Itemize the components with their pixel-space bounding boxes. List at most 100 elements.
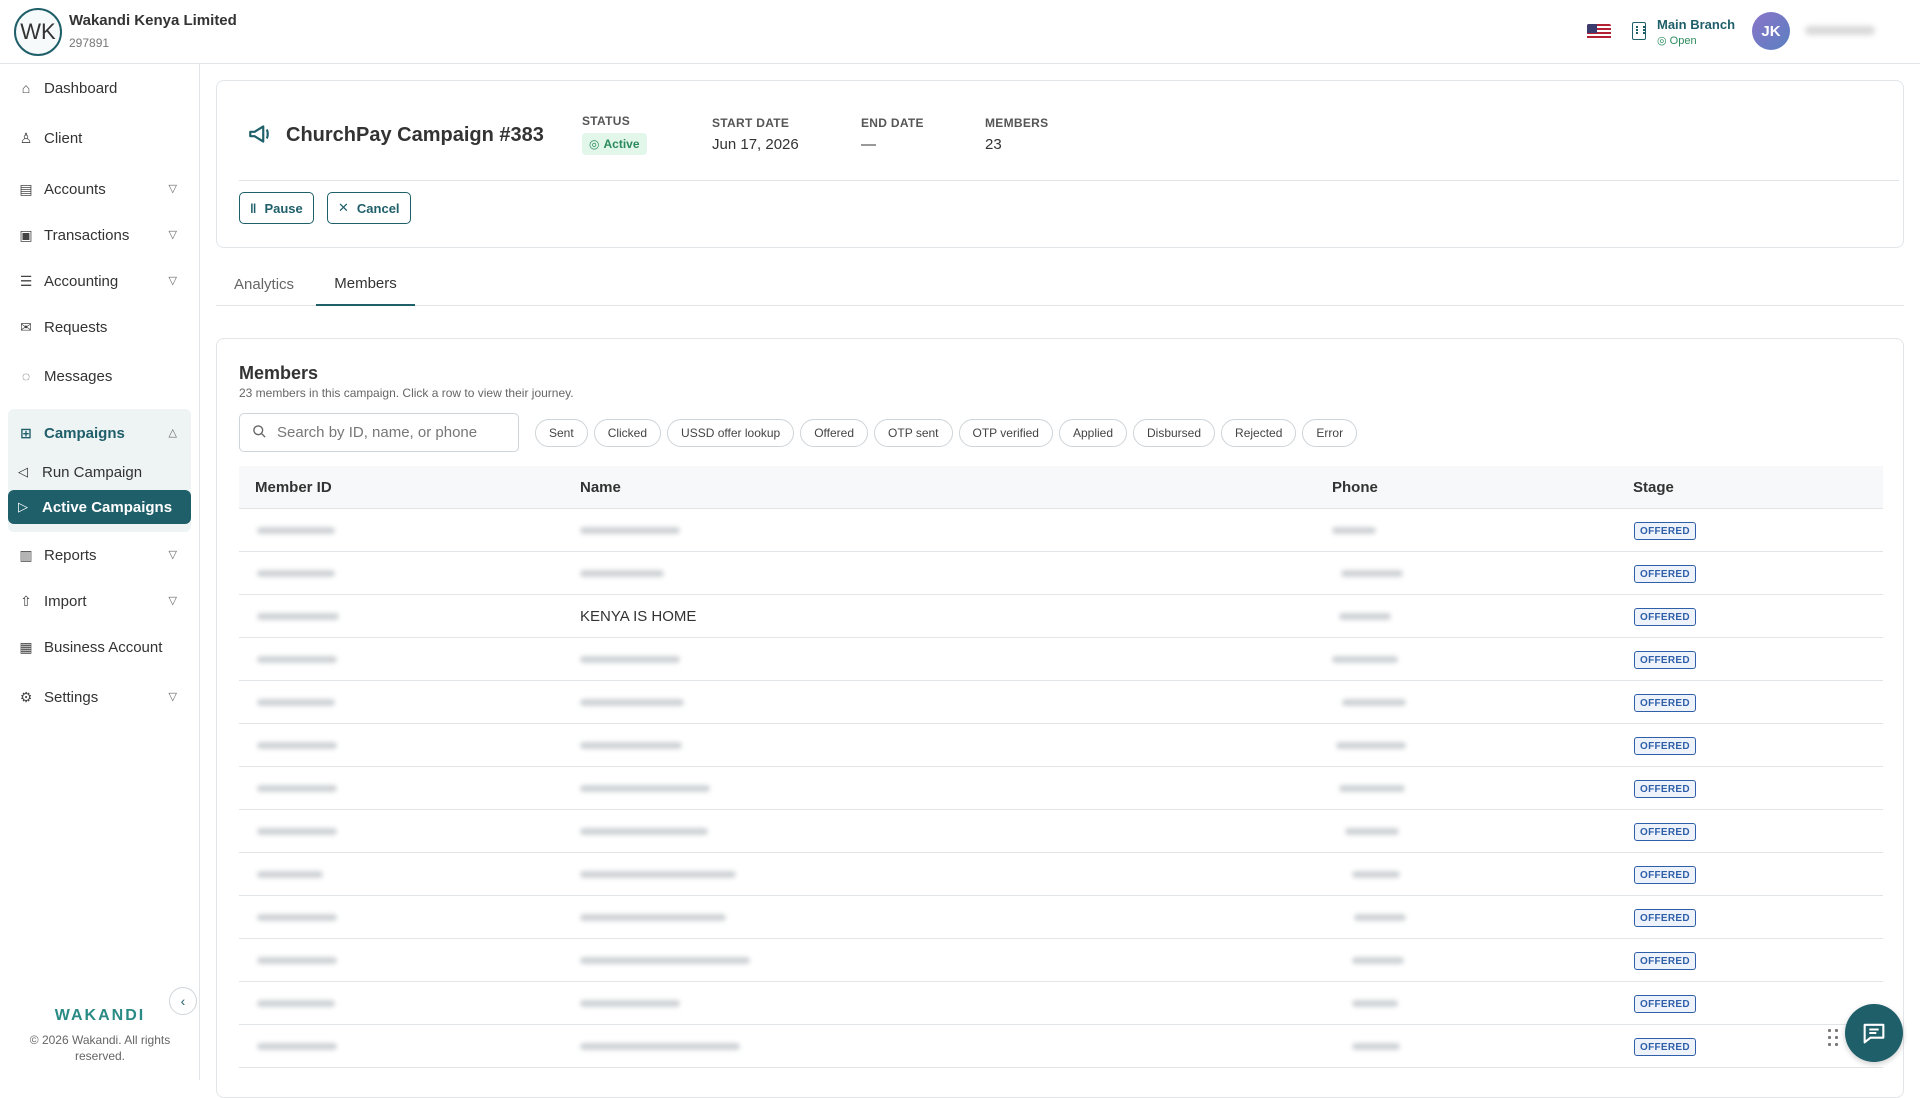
table-row[interactable]: OFFERED <box>239 552 1883 595</box>
home-icon: ⌂ <box>21 80 31 96</box>
tab-analytics[interactable]: Analytics <box>234 262 294 306</box>
filter-chip-applied[interactable]: Applied <box>1058 419 1127 447</box>
search-field <box>239 413 519 452</box>
ledger-icon: ☰ <box>19 273 33 289</box>
filter-chip-offered[interactable]: Offered <box>800 419 869 447</box>
member-name-redacted <box>580 1025 740 1068</box>
start-date-value: Jun 17, 2026 <box>712 136 799 153</box>
gear-icon: ⚙ <box>19 689 33 705</box>
filter-chip-clicked[interactable]: Clicked <box>593 419 662 447</box>
chat-button[interactable] <box>1845 1004 1903 1062</box>
sidebar-item-reports[interactable]: ▥ Reports ▽ <box>8 537 191 573</box>
search-icon <box>252 424 267 442</box>
sidebar-item-run-campaign[interactable]: ◁ Run Campaign <box>8 455 191 489</box>
filter-chip-rejected[interactable]: Rejected <box>1221 419 1297 447</box>
sidebar-item-campaigns[interactable]: ⊞ Campaigns △ <box>8 415 191 451</box>
tab-bar: Analytics Members <box>216 262 1904 306</box>
sidebar-item-messages[interactable]: ◌ Messages <box>8 358 191 394</box>
table-row[interactable]: OFFERED <box>239 896 1883 939</box>
member-phone-redacted <box>1336 724 1406 767</box>
drag-handle-icon[interactable] <box>1826 1027 1840 1047</box>
member-id-redacted <box>257 939 337 982</box>
user-avatar[interactable]: JK <box>1752 12 1790 50</box>
table-row[interactable]: OFFERED <box>239 939 1883 982</box>
member-id-redacted <box>257 509 335 552</box>
member-phone-redacted <box>1342 681 1406 724</box>
sidebar-item-accounting[interactable]: ☰ Accounting ▽ <box>8 263 191 299</box>
member-id-redacted <box>257 1025 337 1068</box>
column-member-id[interactable]: Member ID <box>255 466 332 509</box>
stage-badge: OFFERED <box>1634 823 1696 841</box>
stage-badge: OFFERED <box>1634 952 1696 970</box>
members-label: MEMBERS <box>985 116 1049 130</box>
table-row[interactable]: OFFERED <box>239 509 1883 552</box>
table-row[interactable]: OFFERED <box>239 638 1883 681</box>
end-date-label: END DATE <box>861 116 924 130</box>
stage-badge: OFFERED <box>1634 909 1696 927</box>
member-name-redacted <box>580 810 708 853</box>
org-name: Wakandi Kenya Limited <box>69 12 237 29</box>
member-name-redacted <box>580 982 680 1025</box>
sidebar-item-settings[interactable]: ⚙ Settings ▽ <box>8 679 191 715</box>
sidebar-item-requests[interactable]: ✉ Requests <box>8 309 191 345</box>
member-phone-redacted <box>1332 509 1376 552</box>
cancel-button[interactable]: ✕ Cancel <box>327 192 411 224</box>
chat-icon <box>1863 1023 1885 1044</box>
chat-icon: ◌ <box>21 368 31 384</box>
filter-chip-otp-sent[interactable]: OTP sent <box>874 419 953 447</box>
member-name-redacted <box>580 638 680 681</box>
pause-icon: ‖ <box>250 200 257 216</box>
us-flag-icon[interactable] <box>1587 24 1611 40</box>
top-bar: WK Wakandi Kenya Limited 297891 Main Bra… <box>0 0 1920 64</box>
member-id-redacted <box>257 595 339 638</box>
stage-badge: OFFERED <box>1634 522 1696 540</box>
table-row[interactable]: OFFERED <box>239 853 1883 896</box>
grid-icon: ⊞ <box>20 425 32 441</box>
table-row[interactable]: KENYA IS HOME OFFERED <box>239 595 1883 638</box>
table-row[interactable]: OFFERED <box>239 1025 1883 1068</box>
member-id-redacted <box>257 724 337 767</box>
check-circle-icon: ◎ <box>589 137 600 151</box>
pause-button[interactable]: ‖ Pause <box>239 192 314 224</box>
filter-chip-error[interactable]: Error <box>1302 419 1358 447</box>
search-input[interactable] <box>277 424 507 441</box>
member-id-redacted <box>257 767 337 810</box>
table-row[interactable]: OFFERED <box>239 810 1883 853</box>
column-name[interactable]: Name <box>580 466 621 509</box>
status-label: STATUS <box>582 114 631 128</box>
sidebar-item-import[interactable]: ⇧ Import ▽ <box>8 583 191 619</box>
close-icon: ✕ <box>338 200 349 215</box>
table-row[interactable]: OFFERED <box>239 982 1883 1025</box>
member-name: KENYA IS HOME <box>580 608 697 625</box>
check-circle-icon: ◎ <box>1657 35 1670 47</box>
upload-icon: ⇧ <box>20 593 32 609</box>
column-stage[interactable]: Stage <box>1633 466 1674 509</box>
members-table: Member ID Name Phone Stage OFFERED OFFERE… <box>239 466 1883 1068</box>
member-phone-redacted <box>1354 896 1406 939</box>
filter-chip-disbursed[interactable]: Disbursed <box>1133 419 1216 447</box>
table-row[interactable]: OFFERED <box>239 724 1883 767</box>
sidebar-item-business-account[interactable]: ▦ Business Account <box>8 629 191 665</box>
sidebar-item-active-campaigns[interactable]: ▷ Active Campaigns <box>8 490 191 524</box>
table-row[interactable]: OFFERED <box>239 767 1883 810</box>
members-subtitle: 23 members in this campaign. Click a row… <box>239 386 574 400</box>
stage-badge: OFFERED <box>1634 866 1696 884</box>
branch-name[interactable]: Main Branch <box>1657 17 1735 32</box>
tab-members[interactable]: Members <box>316 262 415 306</box>
sidebar-item-accounts[interactable]: ▤ Accounts ▽ <box>8 171 191 207</box>
stage-badge: OFFERED <box>1634 565 1696 583</box>
campaign-summary-card: ChurchPay Campaign #383 STATUS ◎ Active S… <box>216 80 1904 248</box>
sidebar-item-dashboard[interactable]: ⌂ Dashboard <box>8 70 191 106</box>
sidebar-item-client[interactable]: ♙ Client <box>8 120 191 156</box>
table-row[interactable]: OFFERED <box>239 681 1883 724</box>
org-logo[interactable]: WK <box>14 8 62 56</box>
column-phone[interactable]: Phone <box>1332 466 1378 509</box>
filter-chip-ussd-offer-lookup[interactable]: USSD offer lookup <box>667 419 795 447</box>
sidebar-item-transactions[interactable]: ▣ Transactions ▽ <box>8 217 191 253</box>
cash-icon: ▣ <box>19 227 33 243</box>
filter-chip-otp-verified[interactable]: OTP verified <box>958 419 1053 447</box>
megaphone-icon <box>247 121 273 147</box>
member-phone-redacted <box>1345 810 1399 853</box>
filter-chip-sent[interactable]: Sent <box>535 419 588 447</box>
member-phone-redacted <box>1341 552 1403 595</box>
